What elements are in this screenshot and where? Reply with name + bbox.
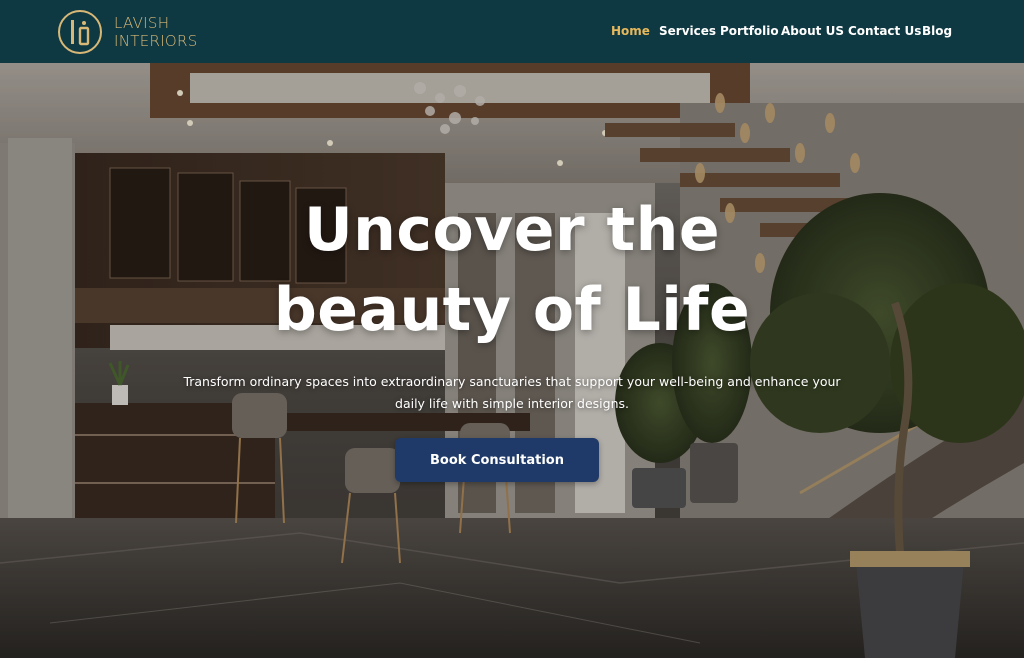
hero-overlay xyxy=(0,63,1024,658)
nav-item-blog[interactable]: Blog xyxy=(922,24,952,38)
hero-subtitle: Transform ordinary spaces into extraordi… xyxy=(183,374,841,411)
nav-item-services[interactable]: Services xyxy=(659,24,716,38)
nav-item-home[interactable]: Home xyxy=(611,24,650,38)
book-consultation-button[interactable]: Book Consultation xyxy=(395,438,599,482)
hero-headline-line-2: beauty of Life xyxy=(273,275,751,345)
hero-section: Uncover the beauty of Life Transform ord… xyxy=(0,63,1024,658)
hero-headline-line-1: Uncover the xyxy=(303,195,721,265)
site-header: LAVISH INTERIORS Home Services Portfolio… xyxy=(0,0,1024,63)
main-nav: Home Services Portfolio About US Contact… xyxy=(0,0,1024,63)
nav-item-about-us[interactable]: About US xyxy=(781,24,844,38)
nav-item-portfolio[interactable]: Portfolio xyxy=(720,24,779,38)
nav-item-contact-us[interactable]: Contact Us xyxy=(848,24,921,38)
hero-headline: Uncover the beauty of Life xyxy=(0,190,1024,350)
